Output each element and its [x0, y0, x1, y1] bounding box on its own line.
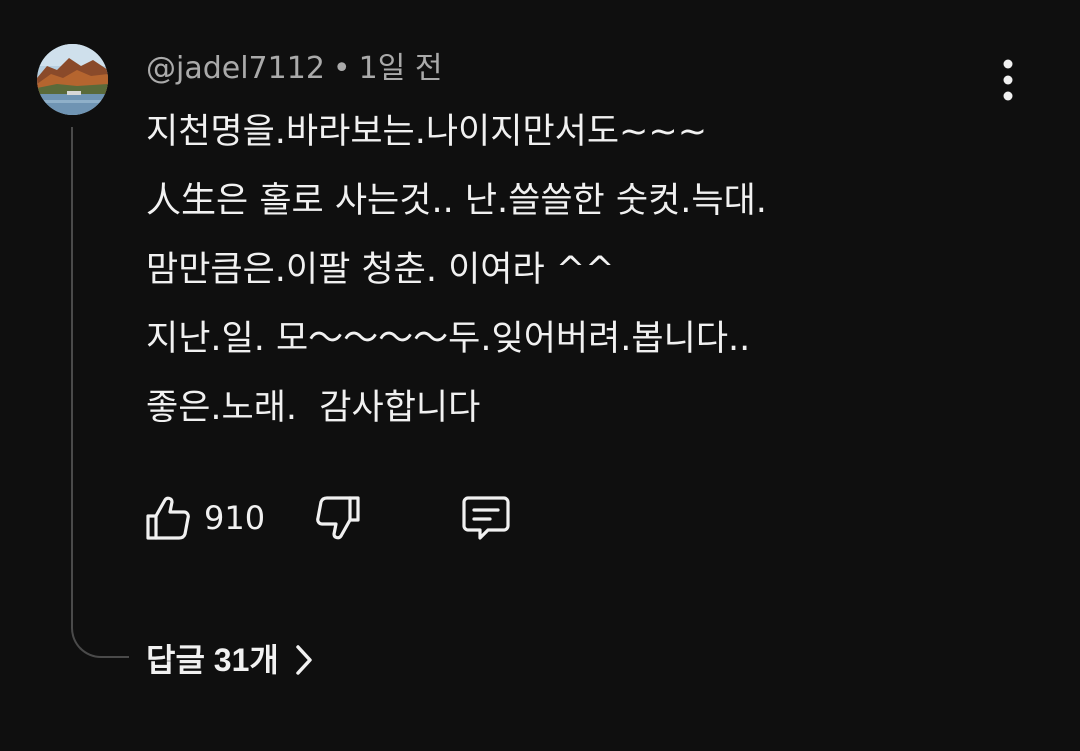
avatar[interactable]	[37, 44, 108, 115]
comment-menu-button[interactable]	[990, 56, 1026, 104]
comment-line: 人生은 홀로 사는것.. 난.쓸쓸한 숫컷.늑대.	[146, 181, 767, 221]
dislike-button[interactable]	[310, 490, 366, 546]
like-button[interactable]	[140, 490, 196, 546]
reply-comment-icon	[462, 496, 510, 540]
like-count: 910	[204, 499, 266, 537]
replies-count-label: 답글 31개	[146, 642, 279, 678]
header-separator: •	[332, 51, 351, 86]
comment-timestamp[interactable]: 1일 전	[359, 51, 443, 86]
thumb-down-icon	[316, 496, 360, 540]
comment-line: 맘만큼은.이팔 청춘. 이여라 ^^	[146, 250, 615, 290]
comment-text: 지천명을.바라보는.나이지만서도~~~ 人生은 홀로 사는것.. 난.쓸쓸한 숫…	[146, 108, 1006, 453]
reply-button[interactable]	[458, 490, 514, 546]
view-replies-button[interactable]: 답글 31개	[146, 636, 315, 684]
replies-thread-line	[71, 127, 129, 658]
comment-line: 지난.일. 모〜〜〜〜두.잊어버려.봅니다..	[146, 319, 751, 359]
chevron-right-icon	[296, 645, 312, 675]
more-vert-icon	[1003, 59, 1013, 101]
thumb-up-icon	[146, 496, 190, 540]
landscape-avatar-image	[37, 44, 108, 115]
comment-line: 좋은.노래. 감사합니다	[146, 388, 481, 428]
author-handle[interactable]: @jadel7112	[146, 51, 325, 86]
comment-line: 지천명을.바라보는.나이지만서도~~~	[146, 112, 708, 152]
comment-header: @jadel7112 • 1일 전	[146, 50, 442, 88]
